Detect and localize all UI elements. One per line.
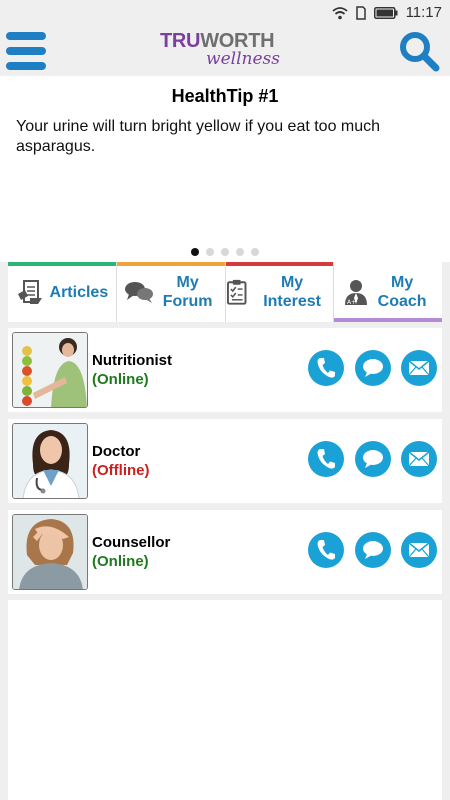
svg-text:A+: A+	[347, 299, 356, 306]
articles-icon	[17, 280, 42, 304]
pager-dot[interactable]	[251, 248, 259, 256]
chat-icon	[363, 541, 383, 559]
coach-status: (Online)	[92, 553, 149, 570]
email-button[interactable]	[401, 532, 437, 568]
tab-label: My Forum	[162, 274, 213, 310]
sim-icon	[355, 5, 366, 20]
tab-label: Articles	[49, 283, 109, 301]
truworth-logo: TRUWORTH wellness	[160, 30, 280, 69]
doctor-photo	[12, 423, 88, 499]
forum-icon	[124, 282, 153, 303]
pager-dot[interactable]	[191, 248, 199, 256]
coach-icon: A+	[345, 280, 368, 306]
email-button[interactable]	[401, 350, 437, 386]
battery-icon	[373, 6, 398, 19]
counsellor-photo	[12, 514, 88, 590]
chat-button[interactable]	[355, 350, 391, 386]
tab-my-forum[interactable]: My Forum	[116, 262, 226, 322]
call-button[interactable]	[308, 350, 344, 386]
health-tip-panel[interactable]: HealthTip #1 Your urine will turn bright…	[0, 76, 450, 262]
tab-my-interest[interactable]: My Interest	[225, 262, 335, 322]
coach-status: (Online)	[92, 371, 149, 388]
search-icon[interactable]	[398, 30, 442, 72]
tab-label: My Interest	[263, 274, 321, 310]
coach-list: Nutritionist (Online) Doctor (Offline) C…	[8, 328, 442, 601]
coach-card: Doctor (Offline)	[8, 419, 442, 503]
phone-icon	[317, 540, 335, 560]
mail-icon	[408, 542, 430, 558]
status-bar: 11:17	[0, 0, 450, 26]
health-tip-title: HealthTip #1	[171, 86, 279, 106]
tab-articles[interactable]: Articles	[8, 262, 117, 322]
coach-role: Nutritionist	[92, 352, 172, 369]
chat-button[interactable]	[355, 532, 391, 568]
empty-content-area	[8, 600, 442, 800]
clipboard-icon	[226, 279, 246, 305]
pager-dot[interactable]	[206, 248, 214, 256]
chat-icon	[363, 359, 383, 377]
mail-icon	[408, 360, 430, 376]
coach-role: Counsellor	[92, 534, 171, 551]
call-button[interactable]	[308, 532, 344, 568]
tab-label: My Coach	[377, 274, 427, 310]
pager-dot[interactable]	[221, 248, 229, 256]
clock: 11:17	[405, 4, 442, 21]
phone-icon	[317, 358, 335, 378]
chat-button[interactable]	[355, 441, 391, 477]
wifi-icon	[331, 6, 348, 19]
coach-card: Counsellor (Online)	[8, 510, 442, 594]
chat-icon	[363, 450, 383, 468]
call-button[interactable]	[308, 441, 344, 477]
email-button[interactable]	[401, 441, 437, 477]
mail-icon	[408, 451, 430, 467]
section-tabs: Articles My Forum My Interest A+ My Coac…	[8, 262, 442, 322]
health-tip-text: Your urine will turn bright yellow if yo…	[16, 118, 381, 155]
coach-card: Nutritionist (Online)	[8, 328, 442, 412]
pager-dot[interactable]	[236, 248, 244, 256]
pager-dots	[0, 248, 450, 256]
coach-role: Doctor	[92, 443, 141, 460]
tab-my-coach[interactable]: A+ My Coach	[334, 262, 442, 322]
menu-icon[interactable]	[6, 32, 46, 70]
nutritionist-photo	[12, 332, 88, 408]
phone-icon	[317, 449, 335, 469]
app-header: TRUWORTH wellness	[0, 26, 450, 76]
coach-status: (Offline)	[92, 462, 150, 479]
